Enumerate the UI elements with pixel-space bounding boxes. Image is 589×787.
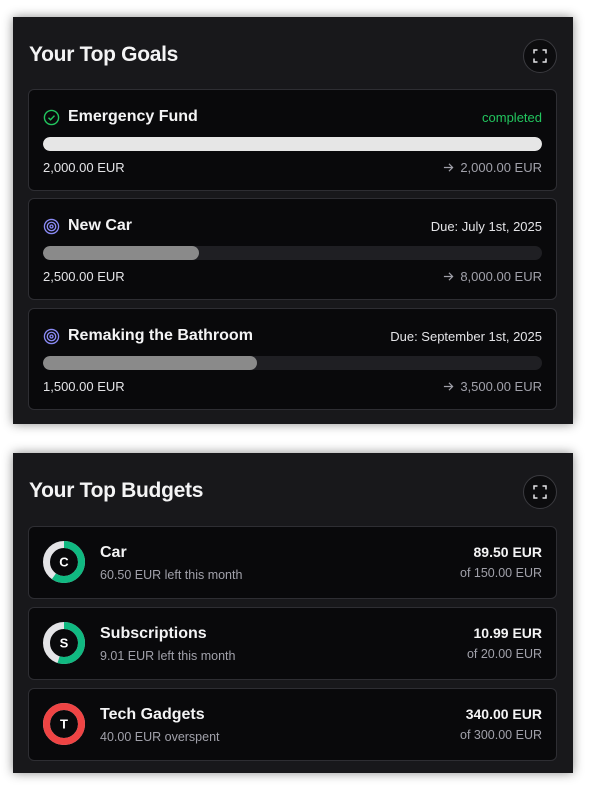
goal-progress-fill	[43, 137, 542, 151]
goals-panel: Your Top Goals Emergency Fund completed …	[13, 17, 573, 424]
budget-limit: of 150.00 EUR	[460, 566, 542, 580]
budget-remaining: 9.01 EUR left this month	[100, 649, 236, 663]
goal-name: New Car	[68, 217, 133, 234]
arrow-right-icon	[444, 382, 454, 391]
budget-card-subscriptions[interactable]: S Subscriptions 9.01 EUR left this month…	[28, 607, 557, 680]
budgets-panel: Your Top Budgets C Car 60.50 EUR left th…	[13, 453, 573, 773]
budget-remaining: 40.00 EUR overspent	[100, 730, 220, 744]
goal-target: 2,000.00 EUR	[443, 160, 542, 175]
goal-name: Remaking the Bathroom	[68, 327, 253, 344]
budget-spent: 10.99 EUR	[473, 625, 542, 641]
goal-card-emergency-fund[interactable]: Emergency Fund completed 2,000.00 EUR 2,…	[28, 89, 557, 191]
budget-donut-icon: C	[43, 541, 85, 583]
goal-target: 8,000.00 EUR	[443, 269, 542, 284]
budget-donut-icon: T	[43, 703, 85, 745]
budget-spent: 340.00 EUR	[465, 706, 542, 722]
check-circle-icon	[43, 109, 60, 125]
goal-current-amount: 2,000.00 EUR	[43, 160, 125, 175]
goal-progress-fill	[43, 246, 199, 260]
goal-progress-fill	[43, 356, 257, 370]
budget-card-car[interactable]: C Car 60.50 EUR left this month 89.50 EU…	[28, 526, 557, 599]
goal-target: 3,500.00 EUR	[443, 379, 542, 394]
goal-target-amount: 8,000.00 EUR	[460, 269, 542, 284]
budget-letter: T	[60, 717, 68, 732]
target-icon	[43, 328, 60, 344]
goal-progress-track	[43, 246, 542, 260]
budget-donut-icon: S	[43, 622, 85, 664]
budget-spent: 89.50 EUR	[473, 544, 542, 560]
goal-target-amount: 3,500.00 EUR	[460, 379, 542, 394]
budget-name: Car	[100, 544, 127, 561]
goal-name: Emergency Fund	[68, 108, 198, 125]
budget-letter: S	[60, 636, 69, 651]
goals-panel-title: Your Top Goals	[29, 43, 179, 66]
goal-status: Due: July 1st, 2025	[430, 219, 542, 234]
goal-status: completed	[482, 110, 542, 125]
budget-name: Subscriptions	[100, 625, 207, 642]
budget-card-tech-gadgets[interactable]: T Tech Gadgets 40.00 EUR overspent 340.0…	[28, 688, 557, 761]
budget-name: Tech Gadgets	[100, 706, 205, 723]
goal-current-amount: 2,500.00 EUR	[43, 269, 125, 284]
goal-progress-track	[43, 356, 542, 370]
target-icon	[43, 218, 60, 234]
goals-expand-button[interactable]	[523, 39, 557, 73]
arrow-right-icon	[444, 163, 454, 172]
expand-icon	[533, 49, 547, 63]
budget-limit: of 20.00 EUR	[466, 647, 542, 661]
goal-current-amount: 1,500.00 EUR	[43, 379, 125, 394]
budgets-expand-button[interactable]	[523, 475, 557, 509]
goal-progress-track	[43, 137, 542, 151]
goal-card-new-car[interactable]: New Car Due: July 1st, 2025 2,500.00 EUR…	[28, 198, 557, 300]
arrow-right-icon	[444, 272, 454, 281]
budgets-panel-title: Your Top Budgets	[29, 479, 204, 502]
goal-card-remaking-bathroom[interactable]: Remaking the Bathroom Due: September 1st…	[28, 308, 557, 410]
expand-icon	[533, 485, 547, 499]
budget-remaining: 60.50 EUR left this month	[100, 568, 243, 582]
budget-letter: C	[59, 555, 69, 570]
budget-limit: of 300.00 EUR	[460, 728, 542, 742]
goal-status: Due: September 1st, 2025	[390, 329, 542, 344]
goal-target-amount: 2,000.00 EUR	[460, 160, 542, 175]
